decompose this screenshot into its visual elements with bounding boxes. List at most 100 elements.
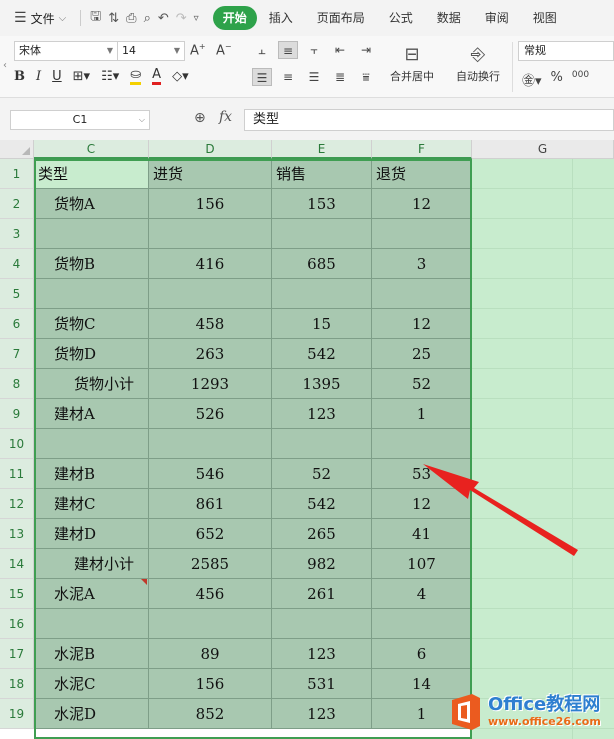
value-cell[interactable]: 861 bbox=[149, 489, 272, 519]
decrease-indent-icon[interactable]: ⇤ bbox=[330, 41, 350, 59]
row-header[interactable]: 1 bbox=[0, 159, 34, 189]
row-header[interactable]: 18 bbox=[0, 669, 34, 699]
value-cell[interactable] bbox=[272, 279, 372, 309]
percent-icon[interactable]: % bbox=[551, 70, 563, 89]
row-header[interactable]: 6 bbox=[0, 309, 34, 339]
value-cell[interactable]: 542 bbox=[272, 489, 372, 519]
value-cell[interactable]: 107 bbox=[372, 549, 472, 579]
justify-icon[interactable]: ≣ bbox=[330, 68, 350, 86]
merge-center-button[interactable]: ⊟ 合并居中 bbox=[390, 42, 434, 84]
value-cell[interactable]: 6 bbox=[372, 639, 472, 669]
row-header[interactable]: 17 bbox=[0, 639, 34, 669]
clear-format-icon[interactable]: ◇▾ bbox=[172, 69, 189, 84]
row-header[interactable]: 8 bbox=[0, 369, 34, 399]
value-cell[interactable]: 458 bbox=[149, 309, 272, 339]
value-cell[interactable]: 12 bbox=[372, 489, 472, 519]
row-header[interactable]: 3 bbox=[0, 219, 34, 249]
redo-icon[interactable]: ↷ bbox=[176, 11, 187, 26]
value-cell[interactable]: 123 bbox=[272, 639, 372, 669]
value-cell[interactable] bbox=[372, 279, 472, 309]
row-header[interactable]: 14 bbox=[0, 549, 34, 579]
insert-function-icon[interactable]: fx bbox=[219, 109, 232, 125]
currency-icon[interactable]: ㊎▾ bbox=[522, 70, 542, 89]
align-bottom-icon[interactable]: ⫟ bbox=[304, 41, 324, 59]
formula-input[interactable]: 类型 bbox=[244, 109, 614, 131]
type-cell[interactable]: 货物C bbox=[34, 309, 149, 339]
value-cell[interactable]: 52 bbox=[272, 459, 372, 489]
align-center-icon[interactable]: ≡ bbox=[278, 68, 298, 86]
spreadsheet-grid[interactable]: 类型 进货 销售 退货 货物A 156 153 12 货物B 416 685 3 货物C 458 15 12 货… bbox=[0, 140, 614, 739]
column-header-E[interactable]: E bbox=[272, 140, 372, 159]
font-name-select[interactable]: 宋体 ▼ bbox=[14, 41, 118, 61]
row-header[interactable]: 16 bbox=[0, 609, 34, 639]
type-cell[interactable]: 建材B bbox=[34, 459, 149, 489]
type-cell[interactable] bbox=[34, 429, 149, 459]
column-header-C[interactable]: C bbox=[34, 140, 149, 159]
row-header[interactable]: 11 bbox=[0, 459, 34, 489]
increase-indent-icon[interactable]: ⇥ bbox=[356, 41, 376, 59]
type-cell[interactable]: 建材小计 bbox=[34, 549, 149, 579]
type-cell[interactable]: 建材A bbox=[34, 399, 149, 429]
value-cell[interactable] bbox=[149, 219, 272, 249]
row-header[interactable]: 15 bbox=[0, 579, 34, 609]
type-cell[interactable]: 水泥C bbox=[34, 669, 149, 699]
column-header-D[interactable]: D bbox=[149, 140, 272, 159]
value-cell[interactable]: 退货 bbox=[372, 159, 472, 189]
comment-indicator[interactable] bbox=[141, 579, 147, 585]
auto-wrap-button[interactable]: ⎆ 自动换行 bbox=[456, 42, 500, 84]
type-cell[interactable]: 水泥A bbox=[34, 579, 149, 609]
value-cell[interactable]: 261 bbox=[272, 579, 372, 609]
type-cell[interactable]: 建材D bbox=[34, 519, 149, 549]
type-cell[interactable] bbox=[34, 219, 149, 249]
type-cell[interactable]: 建材C bbox=[34, 489, 149, 519]
zoom-icon[interactable]: ⊕ bbox=[194, 110, 206, 126]
value-cell[interactable]: 1293 bbox=[149, 369, 272, 399]
font-color-icon[interactable]: A bbox=[152, 68, 162, 85]
type-cell[interactable]: 水泥B bbox=[34, 639, 149, 669]
fill-color-icon[interactable]: ⛀ bbox=[130, 68, 142, 85]
row-header[interactable]: 4 bbox=[0, 249, 34, 279]
print-preview-icon[interactable]: ⌕ bbox=[144, 11, 151, 26]
value-cell[interactable]: 652 bbox=[149, 519, 272, 549]
number-format-select[interactable]: 常规 bbox=[518, 41, 614, 61]
value-cell[interactable]: 52 bbox=[372, 369, 472, 399]
value-cell[interactable]: 263 bbox=[149, 339, 272, 369]
value-cell[interactable]: 12 bbox=[372, 309, 472, 339]
align-middle-icon[interactable]: ≡ bbox=[278, 41, 298, 59]
value-cell[interactable]: 15 bbox=[272, 309, 372, 339]
tab-2[interactable]: 页面布局 bbox=[305, 6, 377, 30]
increase-font-icon[interactable]: A+ bbox=[190, 42, 206, 58]
value-cell[interactable]: 25 bbox=[372, 339, 472, 369]
bold-icon[interactable]: B bbox=[14, 69, 25, 84]
border-icon[interactable]: ⊞▾ bbox=[73, 69, 90, 84]
value-cell[interactable] bbox=[272, 219, 372, 249]
value-cell[interactable]: 685 bbox=[272, 249, 372, 279]
ribbon-scroll-left-icon[interactable]: ‹ bbox=[3, 60, 7, 71]
value-cell[interactable] bbox=[149, 279, 272, 309]
value-cell[interactable] bbox=[149, 429, 272, 459]
type-cell[interactable]: 货物B bbox=[34, 249, 149, 279]
value-cell[interactable] bbox=[149, 609, 272, 639]
decrease-font-icon[interactable]: A− bbox=[216, 42, 232, 58]
value-cell[interactable]: 982 bbox=[272, 549, 372, 579]
font-size-select[interactable]: 14 ▼ bbox=[117, 41, 185, 61]
value-cell[interactable]: 销售 bbox=[272, 159, 372, 189]
value-cell[interactable]: 12 bbox=[372, 189, 472, 219]
column-header-G[interactable]: G bbox=[472, 140, 614, 159]
value-cell[interactable]: 89 bbox=[149, 639, 272, 669]
thousands-separator-icon[interactable]: 000 bbox=[572, 70, 589, 89]
tab-5[interactable]: 审阅 bbox=[473, 6, 521, 30]
value-cell[interactable]: 进货 bbox=[149, 159, 272, 189]
value-cell[interactable]: 53 bbox=[372, 459, 472, 489]
tab-6[interactable]: 视图 bbox=[521, 6, 569, 30]
row-header[interactable]: 2 bbox=[0, 189, 34, 219]
type-cell[interactable]: 货物小计 bbox=[34, 369, 149, 399]
value-cell[interactable]: 2585 bbox=[149, 549, 272, 579]
value-cell[interactable] bbox=[372, 429, 472, 459]
type-cell[interactable] bbox=[34, 279, 149, 309]
row-header[interactable]: 19 bbox=[0, 699, 34, 729]
tab-4[interactable]: 数据 bbox=[425, 6, 473, 30]
tab-0[interactable]: 开始 bbox=[212, 6, 257, 30]
value-cell[interactable]: 123 bbox=[272, 699, 372, 729]
row-header[interactable]: 5 bbox=[0, 279, 34, 309]
